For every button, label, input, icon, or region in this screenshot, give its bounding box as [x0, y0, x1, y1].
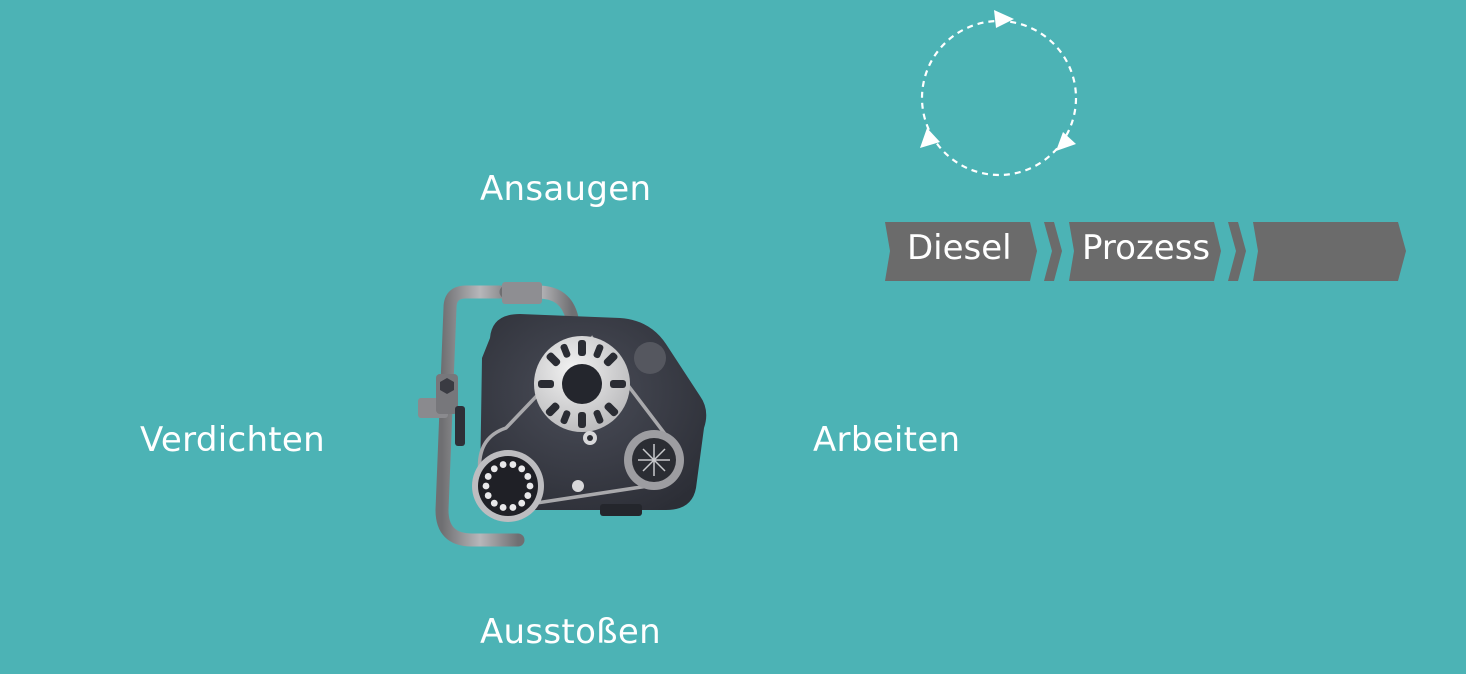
disc-dot — [499, 504, 507, 511]
disc-dot — [490, 499, 498, 507]
disc-dot — [524, 473, 532, 480]
stroke-label-intake: Ansaugen — [480, 169, 652, 209]
process-step-label: Prozess — [1082, 228, 1211, 268]
disc-dot — [490, 465, 498, 473]
stroke-label-compression: Verdichten — [140, 420, 325, 460]
stroke-label-exhaust: Ausstoßen — [480, 612, 661, 652]
disc-dot — [482, 482, 490, 490]
disc-dot — [509, 461, 517, 468]
chevron-separator-1 — [1044, 222, 1062, 281]
disc-dot — [524, 492, 532, 499]
stroke-label-power: Arbeiten — [813, 420, 961, 460]
process-step-label: Diesel — [907, 228, 1012, 268]
slide-canvas: Diesel Prozess Ansaugen Verdichten Arbei… — [0, 0, 1466, 674]
disc-dot — [499, 461, 507, 468]
disc-dot — [518, 465, 526, 473]
chevron-separator-2 — [1228, 222, 1246, 281]
disc-dot — [518, 499, 526, 507]
disc-dot — [484, 473, 492, 480]
disc-dot — [526, 482, 534, 490]
chevron-step-3 — [1253, 222, 1406, 281]
cycle-arrows-icon — [920, 10, 1078, 177]
engine-illustration — [418, 282, 707, 547]
disc-dot — [509, 504, 517, 511]
disc-dot — [484, 492, 492, 499]
